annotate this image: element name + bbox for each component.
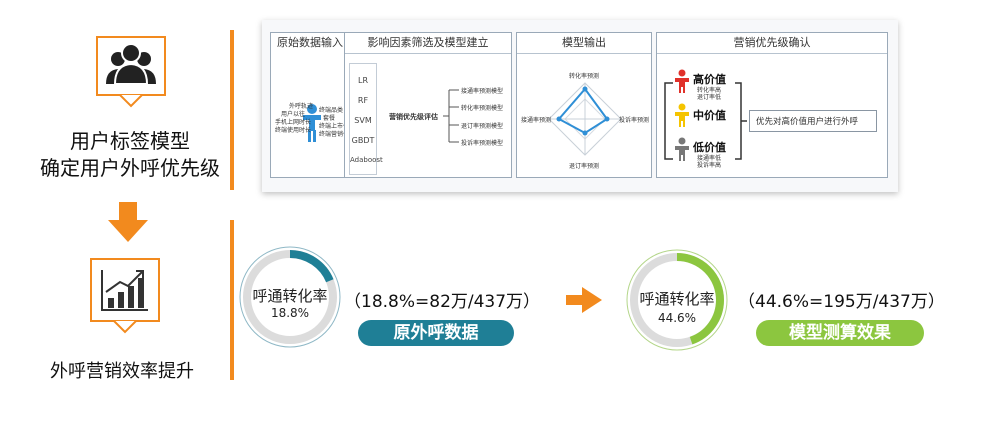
formula-after: （44.6%=195万/437万） — [738, 292, 945, 312]
radar-chart — [548, 82, 622, 156]
gauge-after: 呼通转化率 44.6% — [625, 248, 729, 352]
bottom-section-bar — [230, 220, 234, 380]
priority-bracket — [664, 82, 673, 160]
radar-label-top: 转化率预测 — [569, 73, 600, 80]
efficiency-label: 外呼营销效率提升 — [50, 361, 194, 382]
gauge-after-value: 44.6% — [657, 311, 697, 325]
panel-priority-title: 营销优先级确认 — [657, 33, 887, 54]
priority-connector — [735, 82, 747, 160]
user-tag-line1: 用户标签模型 — [70, 129, 190, 153]
gauge-before-title: 呼通转化率 — [252, 287, 328, 305]
pill-after: 模型测算效果 — [756, 320, 924, 346]
efficiency-icon-box — [90, 258, 160, 322]
growth-chart-icon — [101, 270, 148, 311]
panel-model-output: 模型输出 转化率预测 接通率预测 投诉率预测 退订率预测 — [516, 32, 652, 178]
model-output-4: 投诉率预测模型 — [461, 140, 504, 147]
top-section-bar — [230, 30, 234, 190]
user-tag-label: 用户标签模型 确定用户外呼优先级 — [30, 128, 230, 182]
user-tag-icon-box — [96, 36, 166, 96]
priority-action-text: 优先对高价值用户进行外呼 — [756, 117, 859, 127]
right-arrow-icon — [566, 287, 602, 313]
model-output-2: 转化率预测模型 — [461, 105, 504, 112]
panel-model-building: 影响因素筛选及模型建立 LR RF SVM GBDT Adaboost 营销优先… — [344, 32, 512, 178]
panel-model-title: 影响因素筛选及模型建立 — [345, 33, 511, 54]
flow-diagram: 原始数据输入 外呼轨迹 用户以往 手机上网时长 终端使用时长 终端品类 套餐 终… — [262, 20, 898, 192]
pill-before: 原外呼数据 — [358, 320, 514, 346]
mid-value-person-icon — [675, 103, 689, 127]
mid-value-label: 中价值 — [693, 109, 726, 122]
low-value-person-icon — [675, 137, 689, 161]
raw-tag-left-4: 终端使用时长 — [275, 127, 312, 134]
algorithm-item: RF — [357, 96, 369, 105]
algorithm-item: Adaboost — [350, 156, 383, 164]
algorithm-list: LR RF SVM GBDT Adaboost — [349, 63, 383, 175]
gauge-after-title: 呼通转化率 — [639, 290, 715, 308]
panel-raw-data: 原始数据输入 外呼轨迹 用户以往 手机上网时长 终端使用时长 终端品类 套餐 终… — [270, 32, 355, 178]
formula-before: （18.8%=82万/437万） — [344, 292, 541, 312]
radar-label-right: 投诉率预测 — [619, 117, 650, 124]
model-output-3: 退订率预测模型 — [461, 123, 504, 130]
radar-label-bottom: 退订率预测 — [569, 163, 600, 170]
user-tag-line2: 确定用户外呼优先级 — [40, 156, 220, 180]
algorithm-item: SVM — [354, 116, 372, 125]
algorithm-item: LR — [357, 76, 368, 85]
model-branch-lines — [443, 89, 459, 143]
down-arrow-icon — [108, 202, 148, 242]
low-value-sub2: 投诉率高 — [697, 162, 722, 169]
priority-action-box: 优先对高价值用户进行外呼 — [749, 110, 877, 132]
users-group-icon — [106, 43, 156, 85]
gauge-before: 呼通转化率 18.8% — [238, 245, 342, 349]
chart-box-pointer — [113, 320, 137, 334]
algorithm-item: GBDT — [351, 136, 375, 145]
high-value-sub2: 退订率低 — [697, 94, 722, 101]
radar-label-left: 接通率预测 — [521, 117, 552, 124]
user-box-pointer — [119, 94, 143, 108]
priority-evaluation-label: 营销优先级评估 — [389, 113, 438, 121]
gauge-before-value: 18.8% — [270, 306, 310, 320]
high-value-person-icon — [675, 69, 689, 93]
panel-raw-title: 原始数据输入 — [277, 36, 343, 49]
panel-output-title: 模型输出 — [517, 33, 651, 54]
panel-priority: 营销优先级确认 高价值 转化率高 退订率低 中价值 低价值 接通率低 投诉率高 … — [656, 32, 888, 178]
model-output-1: 接通率预测模型 — [461, 88, 504, 95]
